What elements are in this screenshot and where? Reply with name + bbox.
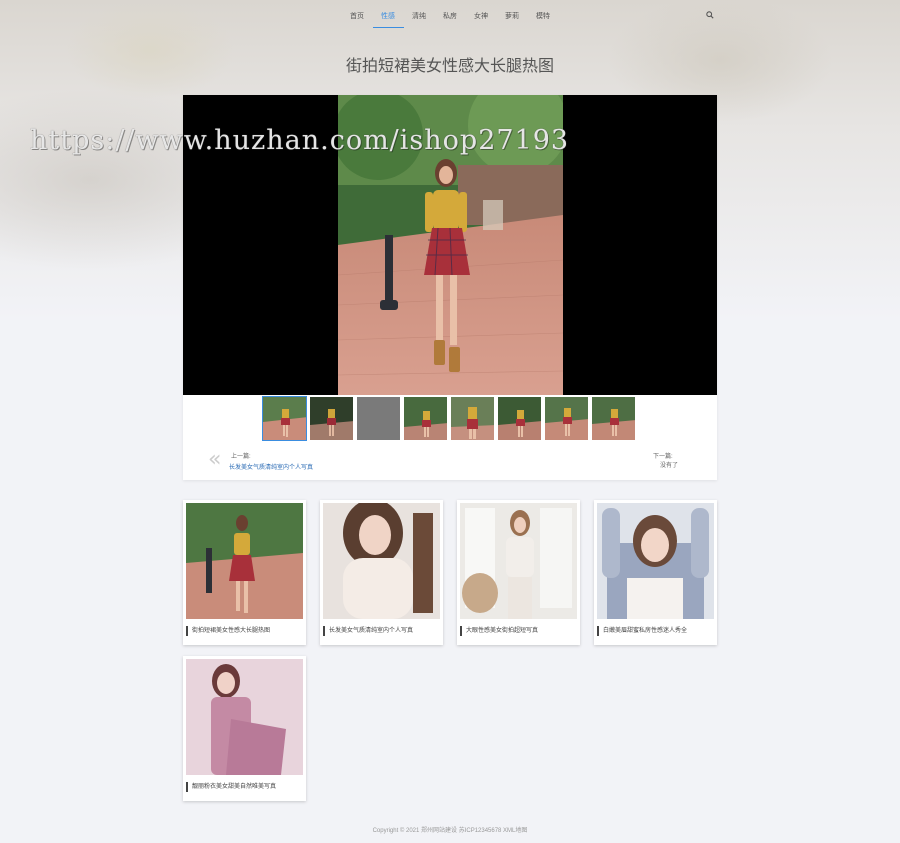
- thumbnail[interactable]: [309, 396, 354, 441]
- thumbnail[interactable]: [262, 396, 307, 441]
- thumbnail[interactable]: [497, 396, 542, 441]
- related-caption: 大眼性感美女街拍超短写真: [460, 626, 577, 636]
- thumbnail[interactable]: [544, 396, 589, 441]
- nav-item-private[interactable]: 私房: [435, 2, 466, 28]
- nav-item-pure[interactable]: 清纯: [404, 2, 435, 28]
- prev-article-link[interactable]: 长发美女气质清纯室内个人写真: [229, 462, 313, 471]
- nav-item-loli[interactable]: 萝莉: [497, 2, 528, 28]
- related-photo: [323, 503, 440, 619]
- page-title: 街拍短裙美女性感大长腿热图: [345, 58, 554, 75]
- related-card[interactable]: 长发美女气质清纯室内个人写真: [320, 500, 443, 645]
- related-caption: 靓丽粉衣美女甜美自然唯美写真: [186, 782, 303, 792]
- thumbnail[interactable]: [403, 396, 448, 441]
- related-caption: 街拍短裙美女性感大长腿热图: [186, 626, 303, 636]
- related-photo: [460, 503, 577, 619]
- prev-arrow-icon[interactable]: «: [208, 449, 221, 471]
- related-card[interactable]: 大眼性感美女街拍超短写真: [457, 500, 580, 645]
- thumbnail[interactable]: [356, 396, 401, 441]
- related-photo: [597, 503, 714, 619]
- thumbnail[interactable]: [591, 396, 636, 441]
- next-article-text: 没有了: [660, 463, 679, 469]
- top-navigation: 首页 性感 清纯 私房 女神 萝莉 模特: [0, 0, 900, 30]
- footer-copyright: Copyright © 2021 郑州网站建设 苏ICP12345678 XML…: [372, 828, 528, 834]
- thumbnail[interactable]: [450, 396, 495, 441]
- related-card[interactable]: 白嫩美眉甜蜜私房性感迷人秀全: [594, 500, 717, 645]
- watermark-text: https://www.huzhan.com/ishop27193: [30, 125, 570, 156]
- related-photo: [186, 659, 303, 775]
- related-card[interactable]: 靓丽粉衣美女甜美自然唯美写真: [183, 656, 306, 801]
- thumbnail-strip: [262, 396, 636, 441]
- next-label: 下一篇:: [653, 454, 673, 460]
- related-caption: 长发美女气质清纯室内个人写真: [323, 626, 440, 636]
- related-photo: [186, 503, 303, 619]
- related-card[interactable]: 街拍短裙美女性感大长腿热图: [183, 500, 306, 645]
- nav-item-home[interactable]: 首页: [342, 2, 373, 28]
- nav-item-model[interactable]: 模特: [528, 2, 559, 28]
- related-caption: 白嫩美眉甜蜜私房性感迷人秀全: [597, 626, 714, 636]
- nav-item-sexy[interactable]: 性感: [372, 2, 404, 28]
- prev-label: 上一篇:: [231, 454, 251, 460]
- nav-item-goddess[interactable]: 女神: [466, 2, 497, 28]
